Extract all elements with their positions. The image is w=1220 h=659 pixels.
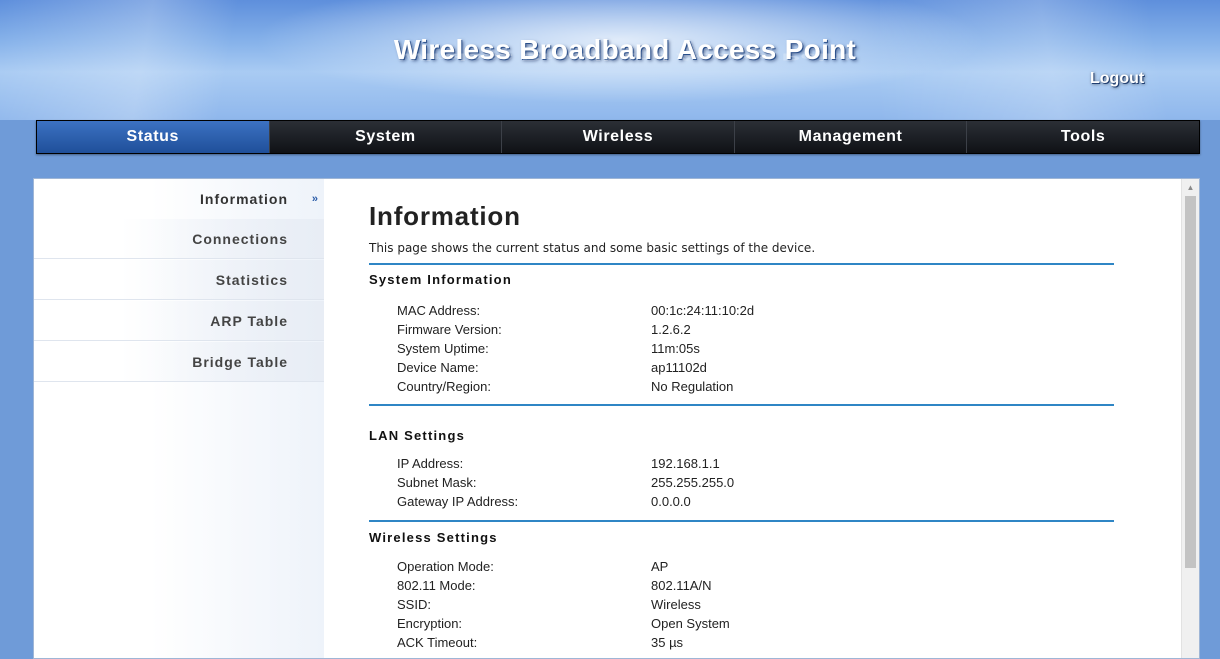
row-label: Encryption: (397, 616, 463, 631)
tab-tools[interactable]: Tools (967, 121, 1199, 153)
section-title-wireless-settings: Wireless Settings (369, 530, 498, 545)
info-row-ack-timeout: ACK Timeout: 35 µs (397, 635, 1097, 654)
row-value: 11m:05s (651, 341, 700, 356)
row-label: Device Name: (397, 360, 479, 375)
info-row-system-uptime: System Uptime: 11m:05s (397, 341, 1097, 360)
page-description: This page shows the current status and s… (369, 241, 816, 255)
row-value: Wireless (651, 597, 701, 612)
row-label: Firmware Version: (397, 322, 502, 337)
row-value: 0.0.0.0 (651, 494, 691, 509)
section-title-system-information: System Information (369, 272, 512, 287)
row-value: 00:1c:24:11:10:2d (651, 303, 755, 318)
sidebar: Information » Connections Statistics ARP… (34, 179, 324, 658)
logout-link[interactable]: Logout (1090, 70, 1144, 88)
vertical-scrollbar[interactable]: ▲ (1181, 179, 1199, 658)
row-label: SSID: (397, 597, 431, 612)
section-divider (369, 404, 1114, 406)
info-row-gateway-ip: Gateway IP Address: 0.0.0.0 (397, 494, 1097, 513)
row-label: Country/Region: (397, 379, 491, 394)
row-value: No Regulation (651, 379, 734, 394)
sidebar-item-connections[interactable]: Connections (34, 219, 324, 259)
row-value: 192.168.1.1 (651, 456, 720, 471)
scroll-up-arrow-icon[interactable]: ▲ (1182, 179, 1199, 195)
tab-system[interactable]: System (270, 121, 503, 153)
section-title-lan-settings: LAN Settings (369, 428, 466, 443)
sidebar-item-label: ARP Table (210, 312, 288, 329)
row-label: IP Address: (397, 456, 464, 471)
sidebar-item-label: Statistics (215, 271, 288, 288)
info-row-encryption: Encryption: Open System (397, 616, 1097, 635)
main-content: Information This page shows the current … (369, 179, 1114, 658)
sidebar-item-label: Connections (192, 230, 288, 247)
info-row-mac-address: MAC Address: 00:1c:24:11:10:2d (397, 303, 1097, 322)
app-title: Wireless Broadband Access Point (393, 34, 857, 65)
sidebar-item-label: Bridge Table (192, 353, 288, 370)
info-row-device-name: Device Name: ap11102d (397, 360, 1097, 379)
active-arrow-icon: » (311, 193, 318, 205)
row-value: AP (651, 559, 669, 574)
scrollbar-thumb[interactable] (1185, 196, 1196, 568)
info-row-ip-address: IP Address: 192.168.1.1 (397, 456, 1097, 475)
sidebar-item-label: Information (200, 191, 288, 207)
page-title: Information (369, 201, 521, 231)
page-header: Wireless Broadband Access Point Wireless… (0, 0, 1220, 120)
row-label: ACK Timeout: (397, 635, 478, 650)
row-label: Gateway IP Address: (397, 494, 519, 509)
info-row-80211-mode: 802.11 Mode: 802.11A/N (397, 578, 1097, 597)
info-row-operation-mode: Operation Mode: AP (397, 559, 1097, 578)
sidebar-item-statistics[interactable]: Statistics (34, 260, 324, 300)
row-value: 802.11A/N (651, 578, 712, 593)
section-divider (369, 520, 1114, 522)
info-row-subnet-mask: Subnet Mask: 255.255.255.0 (397, 475, 1097, 494)
row-label: Subnet Mask: (397, 475, 477, 490)
section-divider (369, 263, 1114, 265)
sidebar-item-bridge-table[interactable]: Bridge Table (34, 342, 324, 382)
row-value: 255.255.255.0 (651, 475, 735, 490)
row-label: System Uptime: (397, 341, 489, 356)
sidebar-item-information[interactable]: Information » (34, 179, 324, 219)
tab-status[interactable]: Status (37, 121, 270, 153)
row-value: Open System (651, 616, 730, 631)
info-row-country-region: Country/Region: No Regulation (397, 379, 1097, 398)
row-value: ap11102d (651, 360, 707, 375)
info-row-firmware-version: Firmware Version: 1.2.6.2 (397, 322, 1097, 341)
row-label: Operation Mode: (397, 559, 494, 574)
tab-management[interactable]: Management (735, 121, 968, 153)
row-value: 1.2.6.2 (651, 322, 691, 337)
info-row-ssid: SSID: Wireless (397, 597, 1097, 616)
row-value: 35 µs (651, 635, 684, 650)
row-label: 802.11 Mode: (397, 578, 476, 593)
row-label: MAC Address: (397, 303, 481, 318)
sidebar-item-arp-table[interactable]: ARP Table (34, 301, 324, 341)
tab-wireless[interactable]: Wireless (502, 121, 735, 153)
main-nav: Status System Wireless Management Tools (36, 120, 1200, 154)
content-panel: Information » Connections Statistics ARP… (33, 178, 1200, 659)
